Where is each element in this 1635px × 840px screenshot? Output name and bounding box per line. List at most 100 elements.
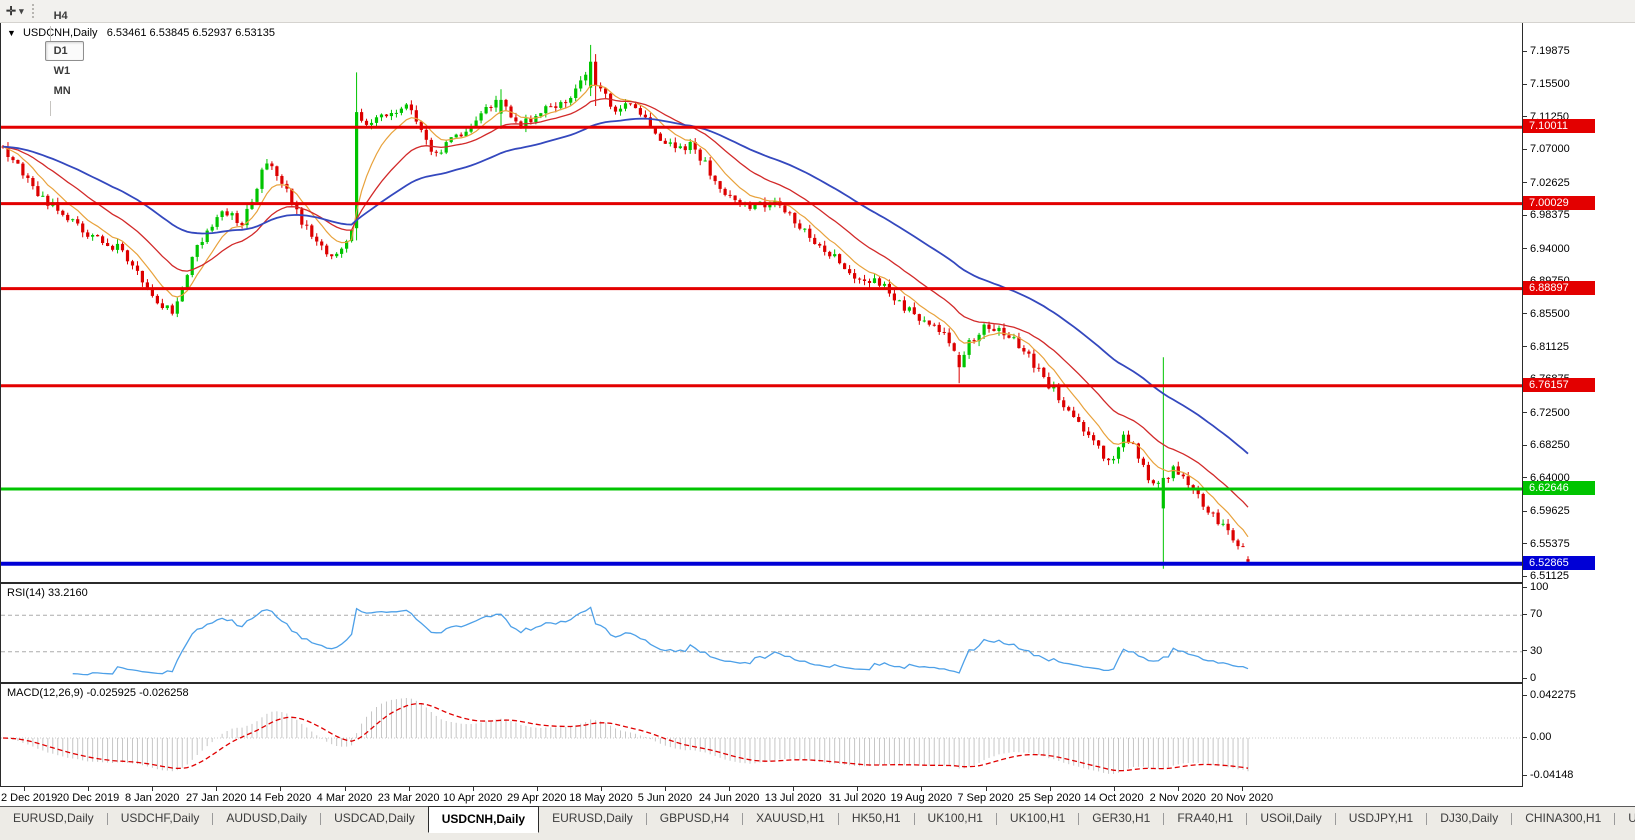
price-chart-pane[interactable]: ▼ USDCNH,Daily 6.53461 6.53845 6.52937 6… [0, 22, 1523, 583]
date-tick-mark [409, 787, 410, 791]
tab-xauusd-h1[interactable]: XAUUSD,H1 [743, 807, 838, 830]
hline-price-flag: 6.88897 [1523, 281, 1595, 295]
date-axis-label: 31 Jul 2020 [829, 792, 886, 804]
date-axis-label: 20 Dec 2019 [57, 792, 119, 804]
cursor-tool-button[interactable]: ✛ ▾ [0, 4, 28, 18]
date-axis-label: 4 Mar 2020 [317, 792, 373, 804]
tab-hk50-h1[interactable]: HK50,H1 [839, 807, 914, 830]
rsi-indicator-pane[interactable]: RSI(14) 33.2160 [0, 583, 1523, 683]
date-axis-label: 7 Sep 2020 [957, 792, 1013, 804]
tab-uk100-h1[interactable]: UK100,H1 [915, 807, 996, 830]
date-tick-mark [152, 787, 153, 791]
price-axis-tick: 6.59625 [1523, 505, 1570, 517]
crosshair-icon: ✛ [6, 4, 16, 18]
price-axis-tick: 6.81125 [1523, 341, 1569, 353]
tab-eurusd-daily[interactable]: EURUSD,Daily [0, 807, 107, 830]
tab-ger30-h1[interactable]: GER30,H1 [1079, 807, 1163, 830]
rsi-axis-tick: 100 [1523, 581, 1548, 593]
date-tick-mark [793, 787, 794, 791]
tab-china300-h1[interactable]: CHINA300,H1 [1512, 807, 1614, 830]
tab-uk100-h1[interactable]: UK100,H1 [997, 807, 1078, 830]
date-axis-label: 23 Mar 2020 [378, 792, 440, 804]
tab-gbpusd-h4[interactable]: GBPUSD,H4 [647, 807, 742, 830]
date-tick-mark [601, 787, 602, 791]
rsi-axis-tick: 30 [1523, 645, 1542, 657]
date-tick-mark [1050, 787, 1051, 791]
date-tick-mark [857, 787, 858, 791]
rsi-axis-tick: 70 [1523, 608, 1542, 620]
macd-indicator-pane[interactable]: MACD(12,26,9) -0.025925 -0.026258 [0, 683, 1523, 787]
rsi-canvas[interactable] [1, 584, 1522, 682]
date-tick-mark [986, 787, 987, 791]
tab-dj30-daily[interactable]: DJ30,Daily [1427, 807, 1511, 830]
price-axis[interactable]: 7.198757.155007.112507.070007.026256.983… [1523, 22, 1635, 787]
tab-usdcad-daily[interactable]: USDCAD,Daily [321, 807, 428, 830]
hline-price-flag: 6.62646 [1523, 481, 1595, 495]
date-axis-label: 8 Jan 2020 [125, 792, 179, 804]
timeframe-button-w1[interactable]: W1 [45, 61, 84, 81]
date-axis-label: 24 Jun 2020 [699, 792, 760, 804]
macd-axis-tick: 0.00 [1523, 731, 1551, 743]
date-axis-label: 27 Jan 2020 [186, 792, 247, 804]
price-axis-tick: 6.85500 [1523, 308, 1570, 320]
date-axis-label: 2 Dec 2019 [1, 792, 57, 804]
date-tick-mark [216, 787, 217, 791]
date-axis-label: 10 Apr 2020 [443, 792, 502, 804]
date-axis-label: 29 Apr 2020 [507, 792, 566, 804]
date-axis-label: 2 Nov 2020 [1150, 792, 1206, 804]
macd-axis-tick: 0.042275 [1523, 689, 1576, 701]
chart-tab-bar: EURUSD,DailyUSDCHF,DailyAUDUSD,DailyUSDC… [0, 806, 1635, 840]
tab-fra40-h1[interactable]: FRA40,H1 [1164, 807, 1246, 830]
toolbar-separator [50, 26, 51, 41]
toolbar-grip[interactable] [32, 4, 38, 18]
timeframe-button-mn[interactable]: MN [45, 81, 84, 101]
date-axis-label: 5 Jun 2020 [638, 792, 692, 804]
macd-canvas[interactable] [1, 684, 1522, 786]
date-tick-mark [1178, 787, 1179, 791]
tab-usoil-daily[interactable]: USOil,Daily [1247, 807, 1334, 830]
tab-usdchf-daily[interactable]: USDCHF,Daily [108, 807, 213, 830]
date-tick-mark [921, 787, 922, 791]
rsi-axis-tick: 0 [1523, 672, 1536, 684]
tab-usoil-h1[interactable]: USOil,H1 [1615, 807, 1635, 830]
timeframe-toolbar: ✛ ▾ M1M5M15M30H1H4D1W1MN [0, 0, 1635, 23]
price-axis-tick: 7.15500 [1523, 78, 1570, 90]
chevron-down-icon: ▾ [19, 6, 24, 17]
tab-eurusd-daily[interactable]: EURUSD,Daily [539, 807, 646, 830]
price-axis-tick: 6.94000 [1523, 243, 1570, 255]
timeframe-button-d1[interactable]: D1 [45, 41, 84, 61]
date-axis-label: 25 Sep 2020 [1018, 792, 1080, 804]
macd-label: MACD(12,26,9) -0.025925 -0.026258 [7, 687, 189, 699]
date-axis-label: 14 Oct 2020 [1084, 792, 1144, 804]
timeframe-button-h4[interactable]: H4 [45, 6, 84, 26]
chart-menu-caret-icon[interactable]: ▼ [7, 28, 16, 38]
tab-usdcnh-daily[interactable]: USDCNH,Daily [428, 806, 539, 833]
price-axis-tick: 6.72500 [1523, 407, 1570, 419]
date-axis-label: 14 Feb 2020 [250, 792, 312, 804]
price-axis-tick: 7.07000 [1523, 143, 1570, 155]
date-axis[interactable]: 2 Dec 201920 Dec 2019 8 Jan 2020 27 Jan 20… [0, 787, 1523, 806]
hline-price-flag: 7.00029 [1523, 196, 1595, 210]
date-tick-mark [1114, 787, 1115, 791]
price-axis-tick: 6.68250 [1523, 439, 1570, 451]
candlestick-canvas[interactable] [1, 23, 1522, 582]
date-tick-mark [473, 787, 474, 791]
tab-usdjpy-h1[interactable]: USDJPY,H1 [1336, 807, 1426, 830]
rsi-label: RSI(14) 33.2160 [7, 587, 88, 599]
price-axis-tick: 6.98375 [1523, 209, 1570, 221]
toolbar-separator [50, 101, 51, 116]
date-axis-label: 13 Jul 2020 [765, 792, 822, 804]
date-tick-mark [537, 787, 538, 791]
price-axis-tick: 6.55375 [1523, 538, 1570, 550]
date-tick-mark [24, 787, 25, 791]
chart-ohlc-values: 6.53461 6.53845 6.52937 6.53135 [107, 27, 275, 39]
date-tick-mark [345, 787, 346, 791]
macd-axis-tick: -0.04148 [1523, 769, 1573, 781]
date-tick-mark [280, 787, 281, 791]
date-axis-label: 20 Nov 2020 [1211, 792, 1273, 804]
date-tick-mark [88, 787, 89, 791]
tab-audusd-daily[interactable]: AUDUSD,Daily [213, 807, 320, 830]
date-axis-label: 18 May 2020 [569, 792, 633, 804]
hline-price-flag: 7.10011 [1523, 119, 1595, 133]
date-tick-mark [1242, 787, 1243, 791]
